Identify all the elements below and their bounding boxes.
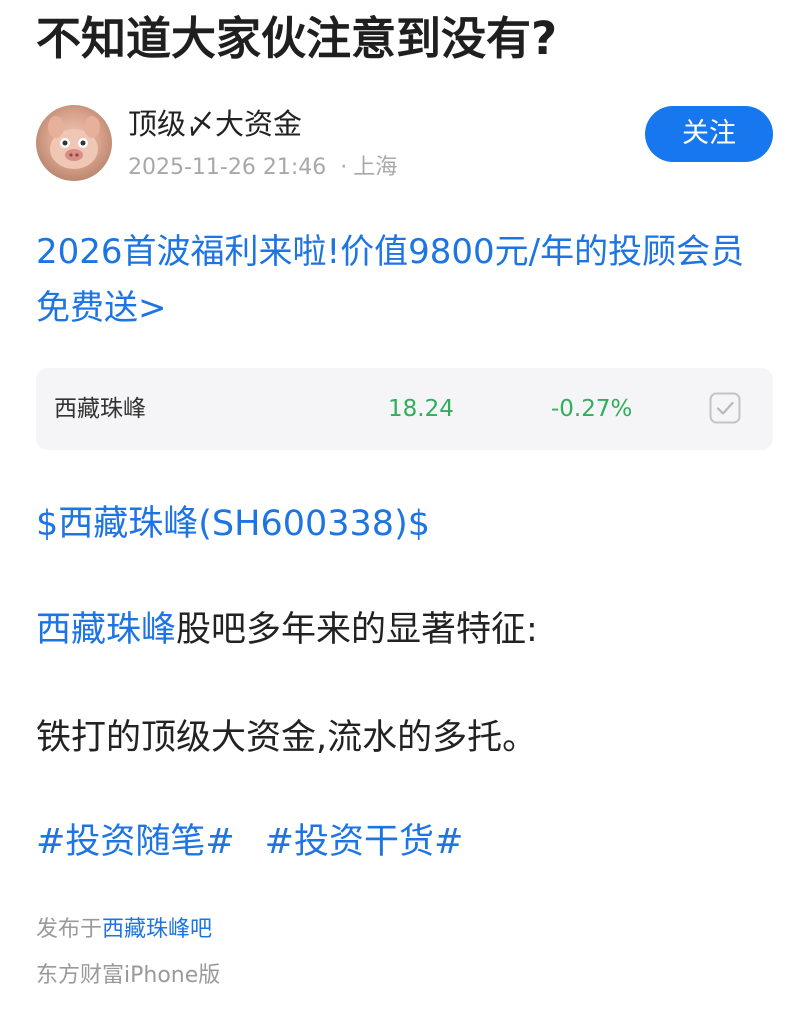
published-in: 发布于西藏珠峰吧 <box>36 912 212 948</box>
follow-button[interactable]: 关注 <box>645 106 773 162</box>
paragraph-1: 西藏珠峰股吧多年来的显著特征: <box>36 602 538 658</box>
topic-list: #投资随笔# #投资干货# <box>36 814 463 870</box>
paragraph-2: 铁打的顶级大资金,流水的多托。 <box>36 718 538 758</box>
post-title: 不知道大家伙注意到没有? <box>36 12 558 65</box>
meta-separator: · <box>340 155 348 180</box>
post-date: 2025-11-26 21:46 <box>128 155 327 180</box>
stock-change: -0.27% <box>551 396 633 422</box>
published-prefix: 发布于 <box>36 917 103 942</box>
pig-avatar-icon[interactable] <box>36 105 112 181</box>
post-meta: 2025-11-26 21:46 · 上海 <box>128 151 397 185</box>
promo-link[interactable]: 2026首波福利来啦!价值9800元/年的投顾会员免费送> <box>36 224 766 336</box>
author-name[interactable]: 顶级〆大资金 <box>128 104 302 144</box>
stock-name: 西藏珠峰 <box>54 396 146 422</box>
stock-card[interactable]: 西藏珠峰 18.24 -0.27% <box>36 368 773 450</box>
post-location: 上海 <box>353 155 398 180</box>
stock-bar-link[interactable]: 西藏珠峰 <box>36 610 176 650</box>
checkbox-icon[interactable] <box>709 392 741 424</box>
topic-link[interactable]: #投资随笔# <box>36 822 235 862</box>
stock-price: 18.24 <box>388 396 454 422</box>
client-source: 东方财富iPhone版 <box>36 963 221 988</box>
stock-tag-link[interactable]: $西藏珠峰(SH600338)$ <box>36 496 430 552</box>
topic-link[interactable]: #投资干货# <box>265 822 464 862</box>
published-bar-link[interactable]: 西藏珠峰吧 <box>102 917 212 942</box>
paragraph-1-text: 股吧多年来的显著特征: <box>176 610 538 650</box>
